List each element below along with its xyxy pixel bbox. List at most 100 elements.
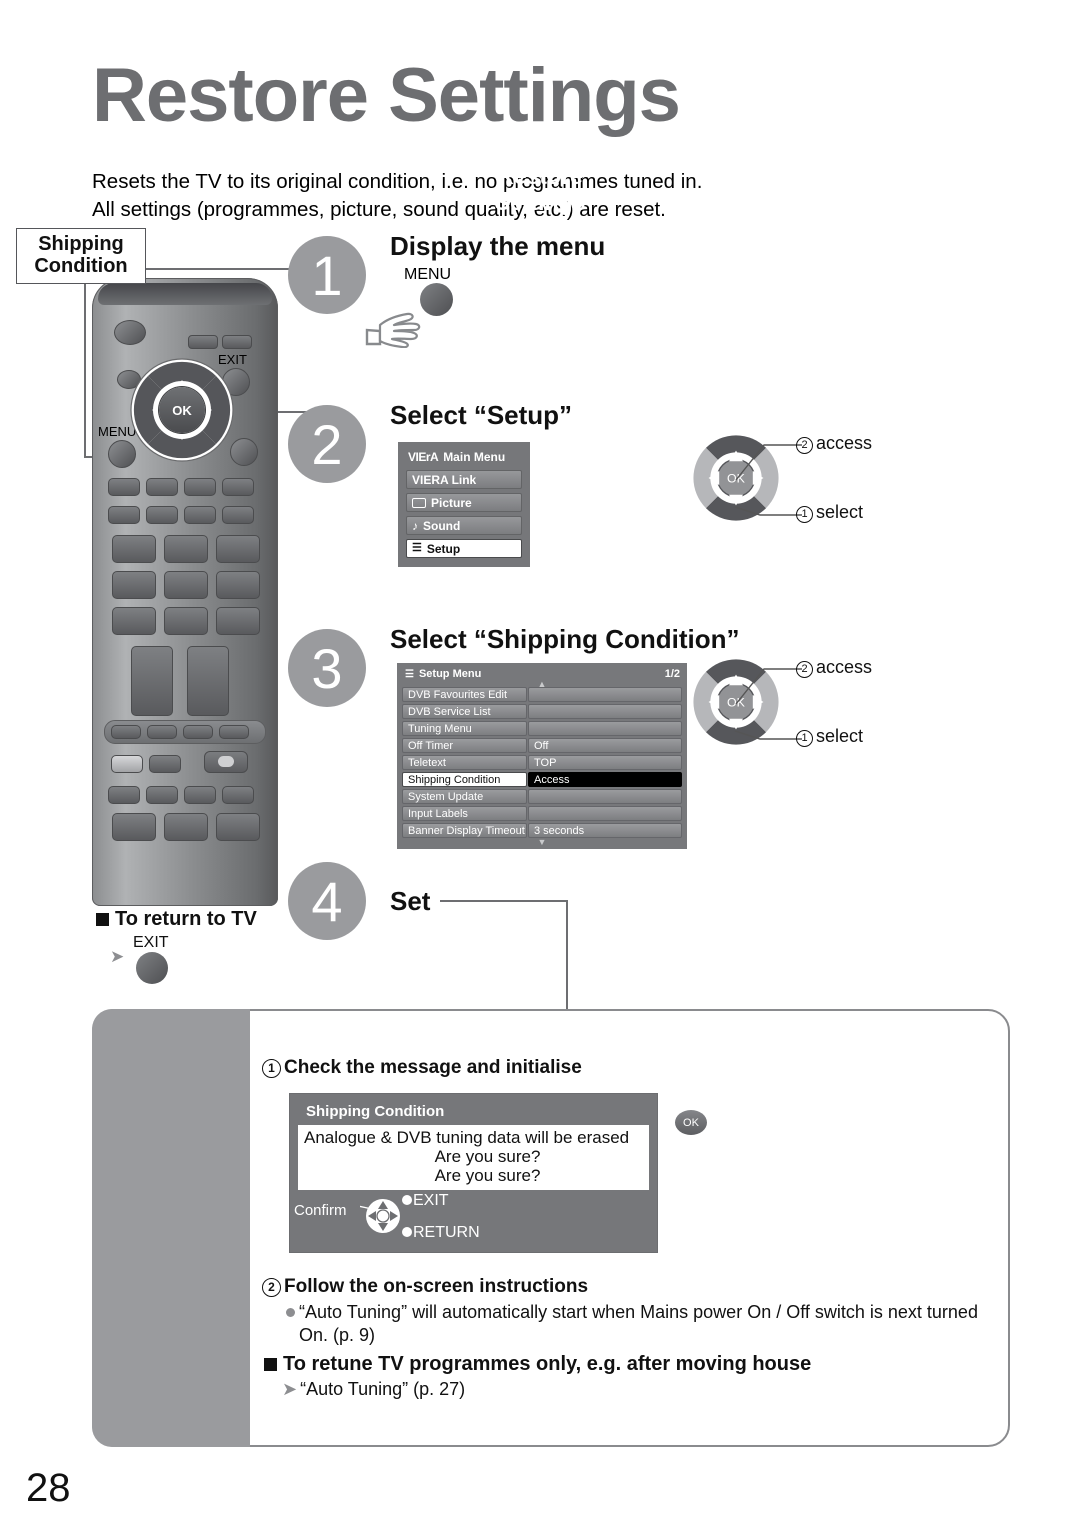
remote-key[interactable] xyxy=(146,478,178,496)
substep-1-number: 1 xyxy=(262,1059,281,1078)
remote-top-strip xyxy=(98,283,272,305)
remote-rocker-left[interactable] xyxy=(131,646,173,716)
setup-menu-panel: ☰ Setup Menu 1/2 ▲ DVB Favourites Edit D… xyxy=(397,663,687,849)
sidebar-box-line-2: Condition xyxy=(34,255,128,278)
auto-tuning-bullet-line-2: On. (p. 9) xyxy=(299,1324,376,1345)
main-menu-item-label: Picture xyxy=(431,495,472,510)
return-to-tv-exit-button[interactable] xyxy=(136,952,168,984)
remote-nav-ring[interactable]: OK xyxy=(130,358,234,462)
remote-top-pill-1[interactable] xyxy=(188,335,218,349)
retune-heading: To retune TV programmes only, e.g. after… xyxy=(264,1353,811,1376)
setup-row-system-update[interactable]: System Update xyxy=(402,789,682,804)
auto-tuning-bullet: “Auto Tuning” will automatically start w… xyxy=(286,1301,1006,1346)
remote-key[interactable] xyxy=(108,506,140,524)
dialog-message-line-2: Are you sure? xyxy=(434,1147,541,1167)
remote-right-round-button[interactable] xyxy=(230,438,258,466)
dialog-title: Shipping Condition xyxy=(306,1103,445,1120)
viera-logo: VIErA xyxy=(408,450,439,464)
list-icon: ☰ xyxy=(412,542,422,554)
remote-key[interactable] xyxy=(112,813,156,841)
main-menu-item-setup[interactable]: ☰ Setup xyxy=(406,539,522,558)
remote-key[interactable] xyxy=(222,506,254,524)
step-1-number: 1 xyxy=(288,236,366,314)
dialog-ok-button[interactable]: OK xyxy=(675,1110,707,1135)
scroll-down-caret-icon[interactable]: ▼ xyxy=(402,838,682,847)
remote-key[interactable] xyxy=(164,607,208,635)
step3-select-note: 1 select xyxy=(796,726,863,747)
setup-row-value: TOP xyxy=(528,755,682,770)
main-menu-item-sound[interactable]: ♪ Sound xyxy=(406,516,522,535)
setup-row-value: Access xyxy=(528,772,682,787)
setup-row-tuning-menu[interactable]: Tuning Menu xyxy=(402,721,682,736)
step2-access-number: 2 xyxy=(796,437,813,454)
remote-key[interactable] xyxy=(164,813,208,841)
remote-key[interactable] xyxy=(184,506,216,524)
sidebar-box-line-1: Shipping xyxy=(38,233,124,255)
remote-colour-key[interactable] xyxy=(219,725,249,739)
main-menu-item-picture[interactable]: Picture xyxy=(406,493,522,512)
setup-row-teletext[interactable]: Teletext TOP xyxy=(402,755,682,770)
remote-slider-knob xyxy=(218,756,234,767)
pointing-hand-icon xyxy=(363,300,425,353)
remote-key[interactable] xyxy=(184,786,216,804)
remote-power-button[interactable] xyxy=(114,320,146,345)
setup-row-input-labels[interactable]: Input Labels xyxy=(402,806,682,821)
step-3-number: 3 xyxy=(288,629,366,707)
remote-key[interactable] xyxy=(108,478,140,496)
remote-colour-key[interactable] xyxy=(111,725,141,739)
remote-key[interactable] xyxy=(108,786,140,804)
remote-ok-button[interactable]: OK xyxy=(159,387,205,433)
connector-line-menu-vert xyxy=(84,268,86,458)
page-title: Restore Settings xyxy=(92,53,681,138)
setup-row-key: DVB Favourites Edit xyxy=(402,687,527,702)
remote-light-key[interactable] xyxy=(111,755,143,773)
retune-heading-label: To retune TV programmes only, e.g. after… xyxy=(283,1353,812,1375)
square-bullet-icon xyxy=(264,1358,277,1371)
setup-row-value xyxy=(528,721,682,736)
remote-key[interactable] xyxy=(216,535,260,563)
remote-rocker-right[interactable] xyxy=(187,646,229,716)
remote-key[interactable] xyxy=(164,571,208,599)
main-menu-title-row: VIErA Main Menu xyxy=(408,450,522,464)
step3-select-label: select xyxy=(816,726,864,746)
remote-key[interactable] xyxy=(216,571,260,599)
setup-menu-page-indicator: 1/2 xyxy=(664,668,680,680)
remote-key[interactable] xyxy=(216,813,260,841)
remote-key[interactable] xyxy=(164,535,208,563)
setup-row-banner-display-timeout[interactable]: Banner Display Timeout 3 seconds xyxy=(402,823,682,838)
setup-row-key: Shipping Condition xyxy=(402,772,527,787)
remote-key[interactable] xyxy=(222,786,254,804)
nav-wheel-step2-leader-lines xyxy=(734,444,802,516)
return-to-tv-exit-label: EXIT xyxy=(133,934,169,951)
substep-2: 2 Follow the on-screen instructions xyxy=(262,1276,588,1298)
step3-select-number: 1 xyxy=(796,730,813,747)
substep-2-label: Follow the on-screen instructions xyxy=(284,1276,589,1297)
dialog-return-option: RETURN xyxy=(402,1224,480,1242)
setup-row-dvb-service-list[interactable]: DVB Service List xyxy=(402,704,682,719)
setup-menu-title: Setup Menu xyxy=(418,668,482,680)
remote-key[interactable] xyxy=(112,571,156,599)
setup-row-dvb-favourites-edit[interactable]: DVB Favourites Edit xyxy=(402,687,682,702)
remote-top-pill-2[interactable] xyxy=(222,335,252,349)
remote-key[interactable] xyxy=(216,607,260,635)
remote-key[interactable] xyxy=(222,478,254,496)
main-menu-item-label: Sound xyxy=(423,518,461,533)
remote-key[interactable] xyxy=(184,478,216,496)
return-to-tv-heading: To return to TV xyxy=(96,908,257,931)
setup-row-shipping-condition[interactable]: Shipping Condition Access xyxy=(402,772,682,787)
remote-key[interactable] xyxy=(146,506,178,524)
step3-access-number: 2 xyxy=(796,661,813,678)
setup-row-key: DVB Service List xyxy=(402,704,527,719)
remote-colour-key[interactable] xyxy=(147,725,177,739)
remote-key[interactable] xyxy=(146,786,178,804)
dot-icon xyxy=(402,1195,412,1206)
step2-select-note: 1 select xyxy=(796,502,863,523)
remote-colour-key[interactable] xyxy=(183,725,213,739)
remote-key[interactable] xyxy=(112,607,156,635)
main-menu-item-viera-link[interactable]: VIERA Link xyxy=(406,470,522,489)
remote-key[interactable] xyxy=(149,755,181,773)
dialog-footer: Confirm EXIT RETURN xyxy=(290,1190,657,1252)
dialog-message-line-3: Are you sure? xyxy=(434,1166,541,1186)
setup-row-off-timer[interactable]: Off Timer Off xyxy=(402,738,682,753)
remote-key[interactable] xyxy=(112,535,156,563)
